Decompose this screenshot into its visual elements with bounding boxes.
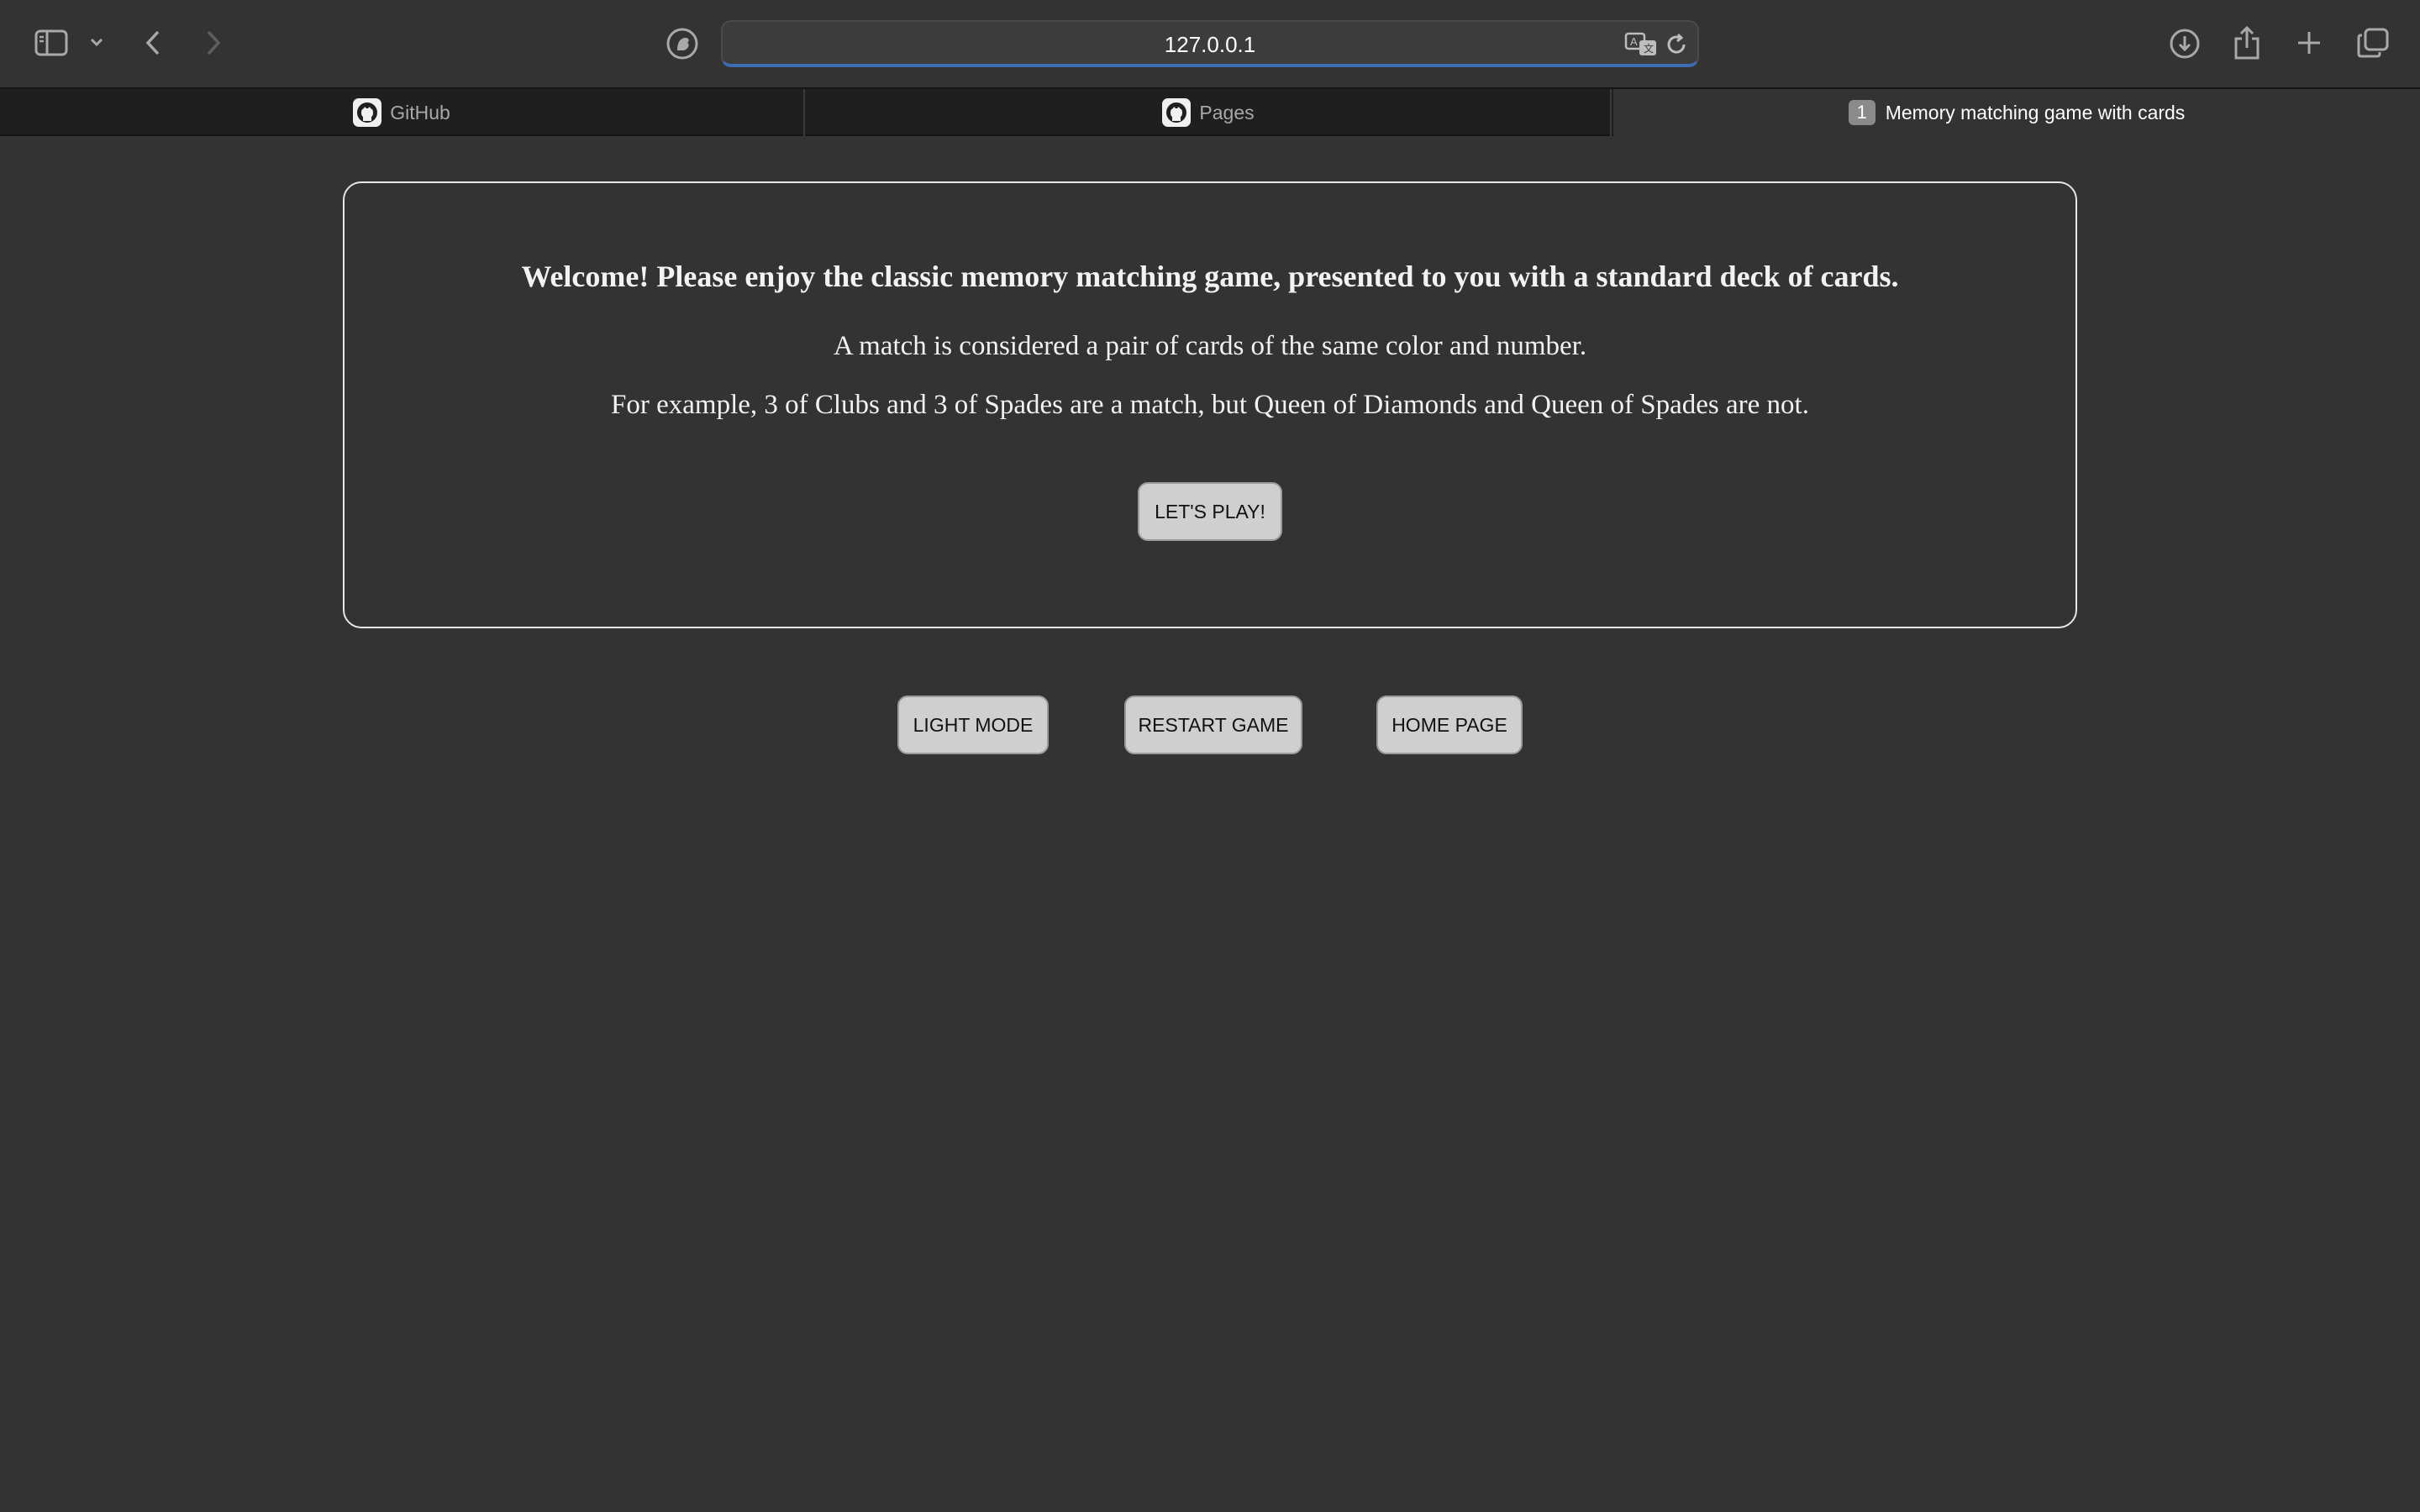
tab-memory-game[interactable]: 1 Memory matching game with cards [1613,89,2420,136]
light-mode-button[interactable]: LIGHT MODE [897,696,1049,754]
download-icon[interactable] [2166,25,2203,62]
rule-text: A match is considered a pair of cards of… [833,331,1587,361]
browser-toolbar: 127.0.0.1 A文 [0,0,2420,87]
url-text[interactable]: 127.0.0.1 [723,32,1697,58]
tab-badge: 1 [1848,100,1876,125]
home-page-button[interactable]: HOME PAGE [1376,696,1523,754]
duck-shield-icon[interactable] [664,25,701,62]
plus-icon[interactable] [2292,25,2326,60]
chevron-left-icon[interactable] [139,25,166,60]
chevron-right-icon[interactable] [200,25,227,60]
restart-game-button[interactable]: RESTART GAME [1124,696,1302,754]
welcome-panel: Welcome! Please enjoy the classic memory… [343,181,2077,628]
tab-pages[interactable]: Pages [807,89,1612,136]
tab-label: GitHub [390,101,450,123]
tab-github[interactable]: GitHub [0,89,805,136]
tab-label: Pages [1199,101,1255,123]
share-icon[interactable] [2230,24,2264,62]
reload-icon[interactable] [1662,30,1691,59]
example-text: For example, 3 of Clubs and 3 of Spades … [611,390,1809,420]
svg-text:A: A [1630,35,1638,48]
tabs-overview-icon[interactable] [2354,25,2391,60]
tab-strip: GitHub Pages 1 Memory matching game with… [0,87,2420,136]
svg-text:文: 文 [1644,42,1654,55]
page-content: Welcome! Please enjoy the classic memory… [0,136,2420,1512]
translate-icon[interactable]: A文 [1623,30,1659,59]
sidebar-icon[interactable] [32,25,71,60]
welcome-title: Welcome! Please enjoy the classic memory… [521,260,1899,293]
tab-label: Memory matching game with cards [1885,101,2186,123]
github-icon [1162,98,1192,127]
chevron-down-icon[interactable] [87,32,106,52]
github-icon [353,98,382,127]
url-bar[interactable]: 127.0.0.1 A文 [721,20,1699,67]
lets-play-button[interactable]: LET'S PLAY! [1138,482,1282,541]
